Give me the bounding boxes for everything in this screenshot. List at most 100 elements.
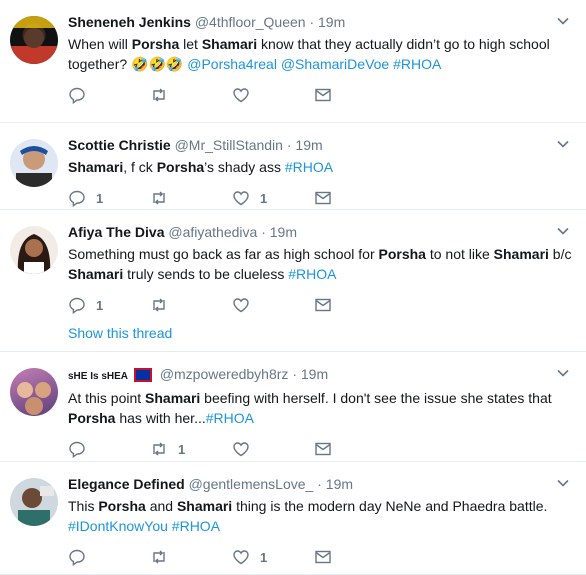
text-run: thing is the modern day NeNe and Phaedra…	[232, 498, 548, 514]
like-button[interactable]	[232, 440, 314, 458]
text-run: to not like	[425, 246, 494, 262]
hashtag-link[interactable]: #IDontKnowYou	[68, 518, 168, 534]
retweet-button[interactable]: 1	[150, 440, 232, 458]
display-name[interactable]: Elegance Defined	[68, 476, 185, 492]
tweet-text: When will Porsha let Shamari know that t…	[68, 34, 574, 74]
chevron-down-icon[interactable]	[554, 12, 572, 30]
reply-button[interactable]	[68, 548, 150, 566]
tweet-feed: Sheneneh Jenkins @4thfloor_Queen · 19m W…	[0, 0, 586, 575]
chevron-down-icon[interactable]	[554, 474, 572, 492]
text-run: This	[68, 498, 99, 514]
reply-button[interactable]	[68, 86, 150, 104]
hashtag-link[interactable]: #RHOA	[172, 518, 220, 534]
display-name[interactable]: Afiya The Diva	[68, 224, 164, 240]
tweet[interactable]: Sheneneh Jenkins @4thfloor_Queen · 19m W…	[0, 0, 586, 123]
mention-link[interactable]: @Porsha4real	[187, 56, 277, 72]
dm-button[interactable]	[314, 189, 396, 207]
avatar[interactable]	[10, 139, 58, 187]
reply-button[interactable]	[68, 440, 150, 458]
chevron-down-icon[interactable]	[554, 364, 572, 382]
reply-icon	[69, 190, 85, 207]
timestamp[interactable]: 19m	[270, 224, 297, 240]
hashtag-link[interactable]: #RHOA	[206, 410, 254, 426]
reply-button[interactable]: 1	[68, 296, 150, 314]
retweet-icon	[153, 191, 165, 205]
text-run: When will	[68, 36, 132, 52]
user-handle[interactable]: @gentlemensLove_	[189, 476, 314, 492]
like-button[interactable]	[232, 296, 314, 314]
like-button[interactable]	[232, 86, 314, 104]
chevron-down-icon[interactable]	[554, 135, 572, 153]
dm-button[interactable]	[314, 86, 396, 104]
highlighted-term: Porsha	[98, 498, 146, 514]
like-count: 1	[260, 549, 268, 565]
retweet-icon	[153, 88, 165, 102]
tweet[interactable]: Scottie Christie @Mr_StillStandin · 19m …	[0, 123, 586, 210]
user-handle[interactable]: @4thfloor_Queen	[195, 14, 306, 30]
display-name[interactable]: sHE Is sHEA	[68, 371, 128, 382]
retweet-button[interactable]	[150, 296, 232, 314]
tweet-actions: 1	[68, 432, 574, 466]
retweet-count: 1	[178, 441, 186, 457]
separator-dot: ·	[292, 366, 297, 382]
envelope-icon	[315, 191, 331, 205]
reply-count: 1	[96, 297, 104, 313]
reply-count: 1	[96, 190, 104, 206]
like-button[interactable]: 1	[232, 548, 314, 566]
avatar[interactable]	[10, 16, 58, 64]
hashtag-link[interactable]: #RHOA	[285, 159, 333, 175]
timestamp[interactable]: 19m	[326, 476, 353, 492]
hashtag-link[interactable]: #RHOA	[393, 56, 441, 72]
envelope-icon	[315, 88, 331, 102]
user-handle[interactable]: @mzpoweredbyh8rz	[160, 366, 289, 382]
avatar[interactable]	[10, 368, 58, 416]
like-button[interactable]: 1	[232, 189, 314, 207]
timestamp[interactable]: 19m	[301, 366, 328, 382]
text-run: ’s shady ass	[204, 159, 285, 175]
heart-icon	[233, 550, 249, 565]
display-name[interactable]: Sheneneh Jenkins	[68, 14, 191, 30]
flag-icon	[133, 368, 152, 383]
text-run: , f ck	[123, 159, 157, 175]
timestamp[interactable]: 19m	[318, 14, 345, 30]
highlighted-term: Shamari	[68, 266, 124, 282]
avatar[interactable]	[10, 226, 58, 274]
tweet[interactable]: Afiya The Diva @afiyathediva · 19m Somet…	[0, 210, 586, 352]
hashtag-link[interactable]: #RHOA	[288, 266, 336, 282]
text-run: At this point	[68, 390, 146, 406]
highlighted-term: Shamari	[68, 159, 124, 175]
show-thread-link[interactable]: Show this thread	[68, 322, 574, 350]
mention-link[interactable]: @ShamariDeVoe	[281, 56, 389, 72]
retweet-button[interactable]	[150, 189, 232, 207]
reply-button[interactable]: 1	[68, 189, 150, 207]
highlighted-term: Shamari	[201, 36, 258, 52]
tweet[interactable]: sHE Is sHEA @mzpoweredbyh8rz · 19m At th…	[0, 352, 586, 462]
text-run: has with her...	[115, 410, 206, 426]
reply-icon	[69, 87, 85, 104]
tweet-actions	[68, 78, 574, 112]
text-run: b/c	[548, 246, 572, 262]
text-run: Something must go back as far as high sc…	[68, 246, 379, 262]
chevron-down-icon[interactable]	[554, 222, 572, 240]
dm-button[interactable]	[314, 440, 396, 458]
timestamp[interactable]: 19m	[295, 137, 322, 153]
display-name[interactable]: Scottie Christie	[68, 137, 171, 153]
text-run: and	[145, 498, 177, 514]
avatar[interactable]	[10, 478, 58, 526]
dm-button[interactable]	[314, 296, 396, 314]
reply-icon	[69, 549, 85, 566]
reply-icon	[69, 441, 85, 458]
retweet-button[interactable]	[150, 86, 232, 104]
tweet[interactable]: Elegance Defined @gentlemensLove_ · 19m …	[0, 462, 586, 575]
user-handle[interactable]: @Mr_StillStandin	[175, 137, 283, 153]
highlighted-term: Shamari	[176, 498, 233, 514]
highlighted-term: Porsha	[68, 410, 116, 426]
user-handle[interactable]: @afiyathediva	[168, 224, 257, 240]
tweet-text: Something must go back as far as high sc…	[68, 244, 574, 284]
separator-dot: ·	[309, 14, 315, 30]
heart-icon	[233, 191, 249, 206]
dm-button[interactable]	[314, 548, 396, 566]
envelope-icon	[315, 442, 331, 456]
retweet-button[interactable]	[150, 548, 232, 566]
heart-icon	[233, 442, 249, 457]
